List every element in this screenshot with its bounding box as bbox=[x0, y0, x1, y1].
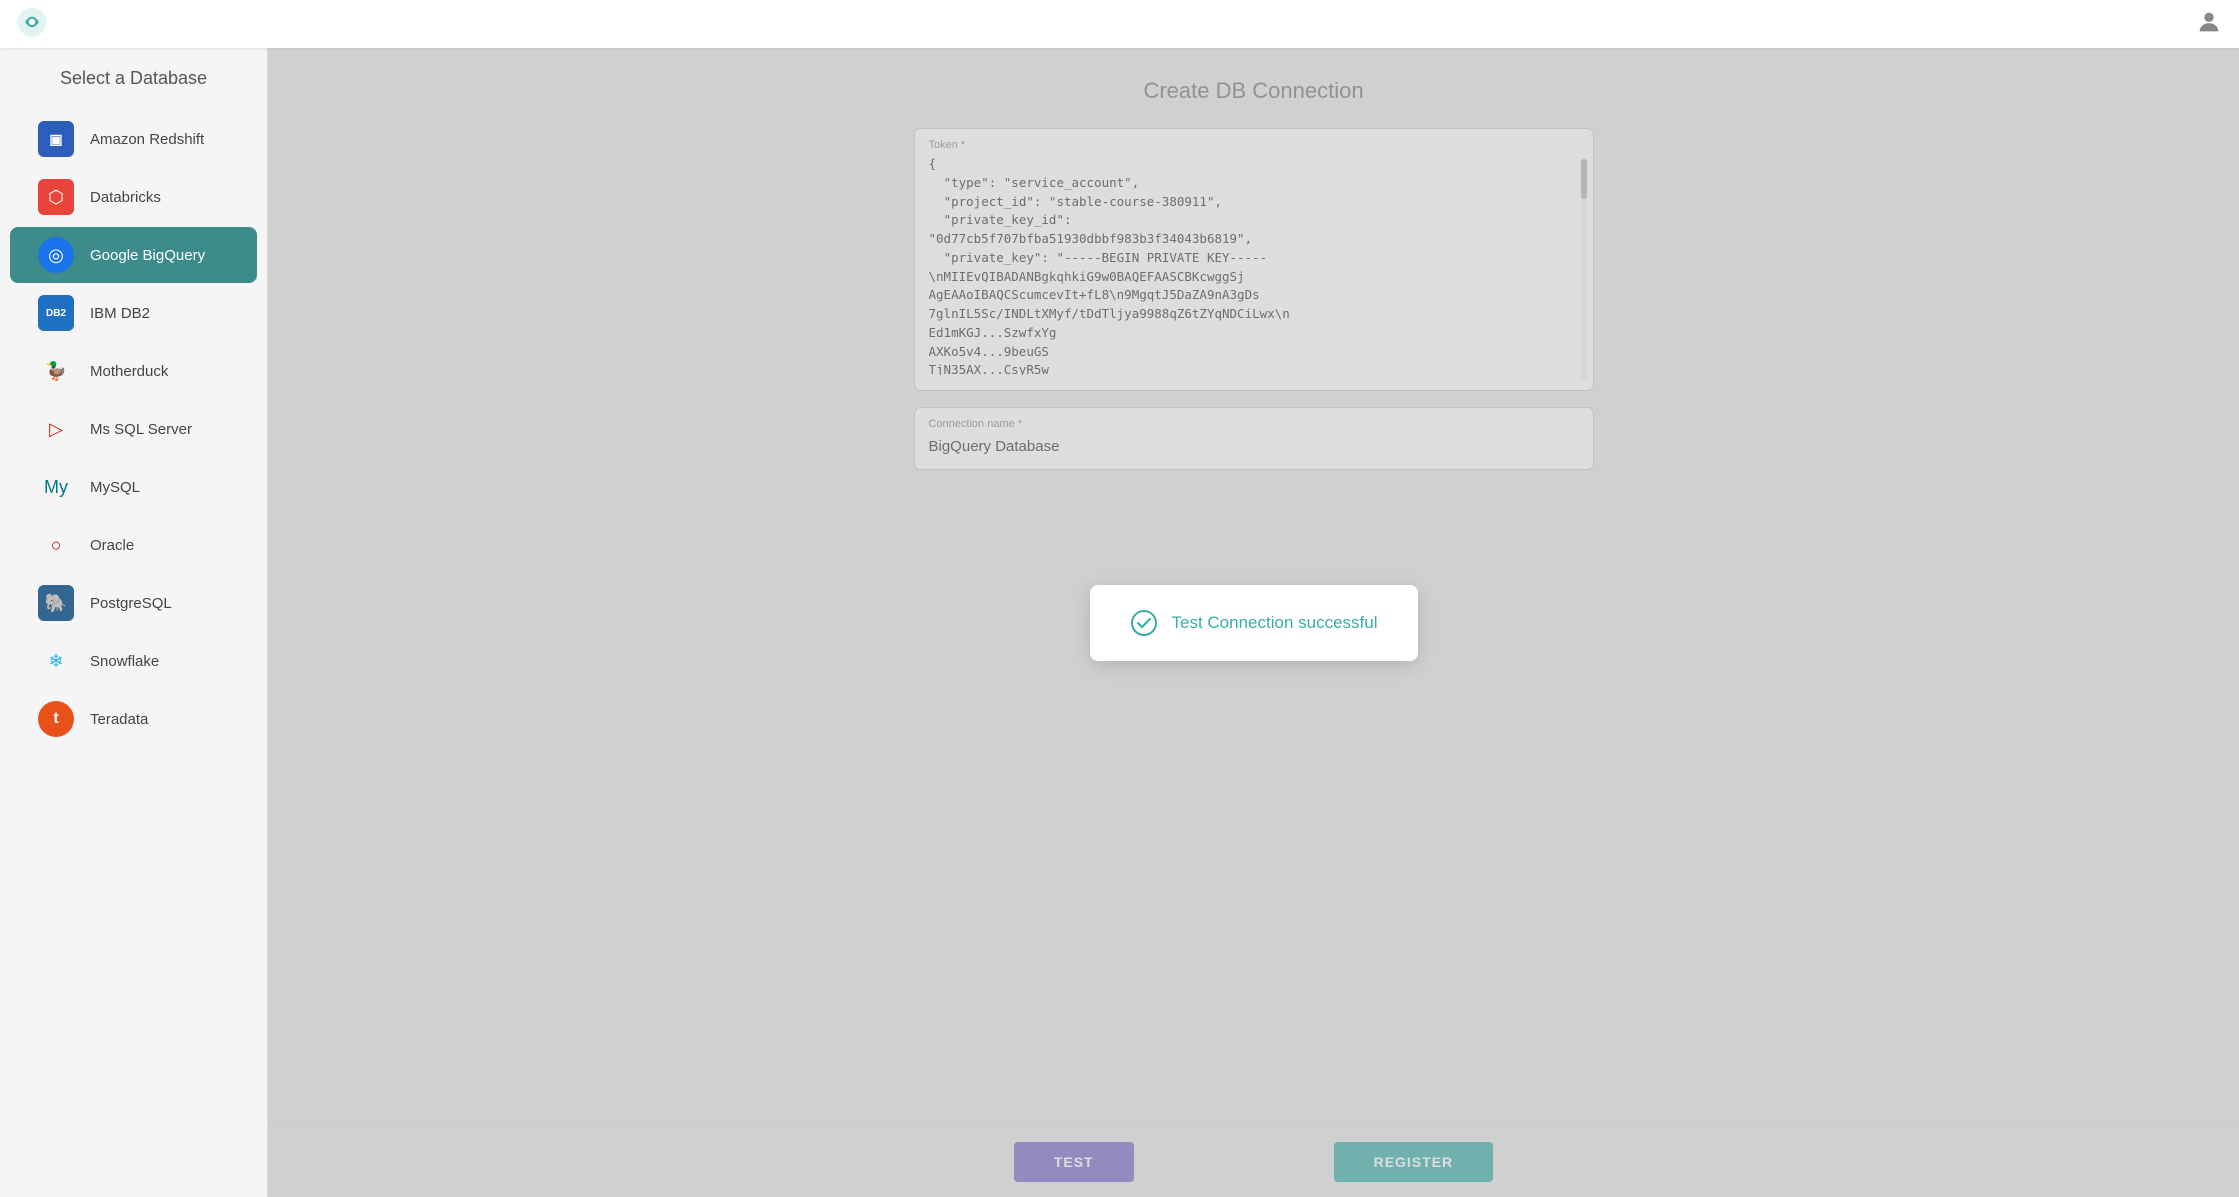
google-bigquery-icon: ◎ bbox=[38, 237, 74, 273]
sidebar-item-label-postgresql: PostgreSQL bbox=[90, 595, 172, 612]
sidebar-title: Select a Database bbox=[0, 68, 267, 89]
databricks-icon: ⬡ bbox=[38, 179, 74, 215]
sidebar-item-teradata[interactable]: t Teradata bbox=[10, 691, 257, 747]
sidebar-item-label-snowflake: Snowflake bbox=[90, 653, 159, 670]
sidebar-item-label-teradata: Teradata bbox=[90, 711, 148, 728]
ibm-db2-icon: DB2 bbox=[38, 295, 74, 331]
oracle-icon: ○ bbox=[38, 527, 74, 563]
teradata-icon: t bbox=[38, 701, 74, 737]
amazon-redshift-icon: ▣ bbox=[38, 121, 74, 157]
sidebar-item-mysql[interactable]: My MySQL bbox=[10, 459, 257, 515]
sidebar-item-postgresql[interactable]: 🐘 PostgreSQL bbox=[10, 575, 257, 631]
motherduck-icon: 🦆 bbox=[38, 353, 74, 389]
sidebar-item-label-amazon-redshift: Amazon Redshift bbox=[90, 131, 204, 148]
sidebar-item-ibm-db2[interactable]: DB2 IBM DB2 bbox=[10, 285, 257, 341]
sidebar-item-snowflake[interactable]: ❄ Snowflake bbox=[10, 633, 257, 689]
sidebar-item-databricks[interactable]: ⬡ Databricks bbox=[10, 169, 257, 225]
sidebar-item-label-oracle: Oracle bbox=[90, 537, 134, 554]
sidebar-item-motherduck[interactable]: 🦆 Motherduck bbox=[10, 343, 257, 399]
postgresql-icon: 🐘 bbox=[38, 585, 74, 621]
sidebar-item-ms-sql-server[interactable]: ▷ Ms SQL Server bbox=[10, 401, 257, 457]
success-toast: Test Connection successful bbox=[1090, 585, 1418, 661]
success-check-icon bbox=[1130, 609, 1158, 637]
sidebar-item-label-google-bigquery: Google BigQuery bbox=[90, 247, 205, 264]
ms-sql-server-icon: ▷ bbox=[38, 411, 74, 447]
main-layout: Select a Database ▣ Amazon Redshift ⬡ Datab… bbox=[0, 48, 2239, 1197]
toast-message: Test Connection successful bbox=[1172, 613, 1378, 633]
user-account-icon[interactable] bbox=[2195, 8, 2223, 41]
sidebar-item-label-motherduck: Motherduck bbox=[90, 363, 168, 380]
sidebar-item-oracle[interactable]: ○ Oracle bbox=[10, 517, 257, 573]
app-logo bbox=[16, 6, 48, 43]
sidebar-item-label-databricks: Databricks bbox=[90, 189, 161, 206]
sidebar-item-label-mysql: MySQL bbox=[90, 479, 140, 496]
sidebar-item-google-bigquery[interactable]: ◎ Google BigQuery bbox=[10, 227, 257, 283]
sidebar: Select a Database ▣ Amazon Redshift ⬡ Datab… bbox=[0, 48, 268, 1197]
success-overlay: Test Connection successful bbox=[268, 48, 2239, 1197]
snowflake-icon: ❄ bbox=[38, 643, 74, 679]
sidebar-item-amazon-redshift[interactable]: ▣ Amazon Redshift bbox=[10, 111, 257, 167]
sidebar-item-label-ms-sql-server: Ms SQL Server bbox=[90, 421, 192, 438]
header bbox=[0, 0, 2239, 48]
content-area: Create DB Connection Token * { "type": "… bbox=[268, 48, 2239, 1197]
mysql-icon: My bbox=[38, 469, 74, 505]
sidebar-item-label-ibm-db2: IBM DB2 bbox=[90, 305, 150, 322]
